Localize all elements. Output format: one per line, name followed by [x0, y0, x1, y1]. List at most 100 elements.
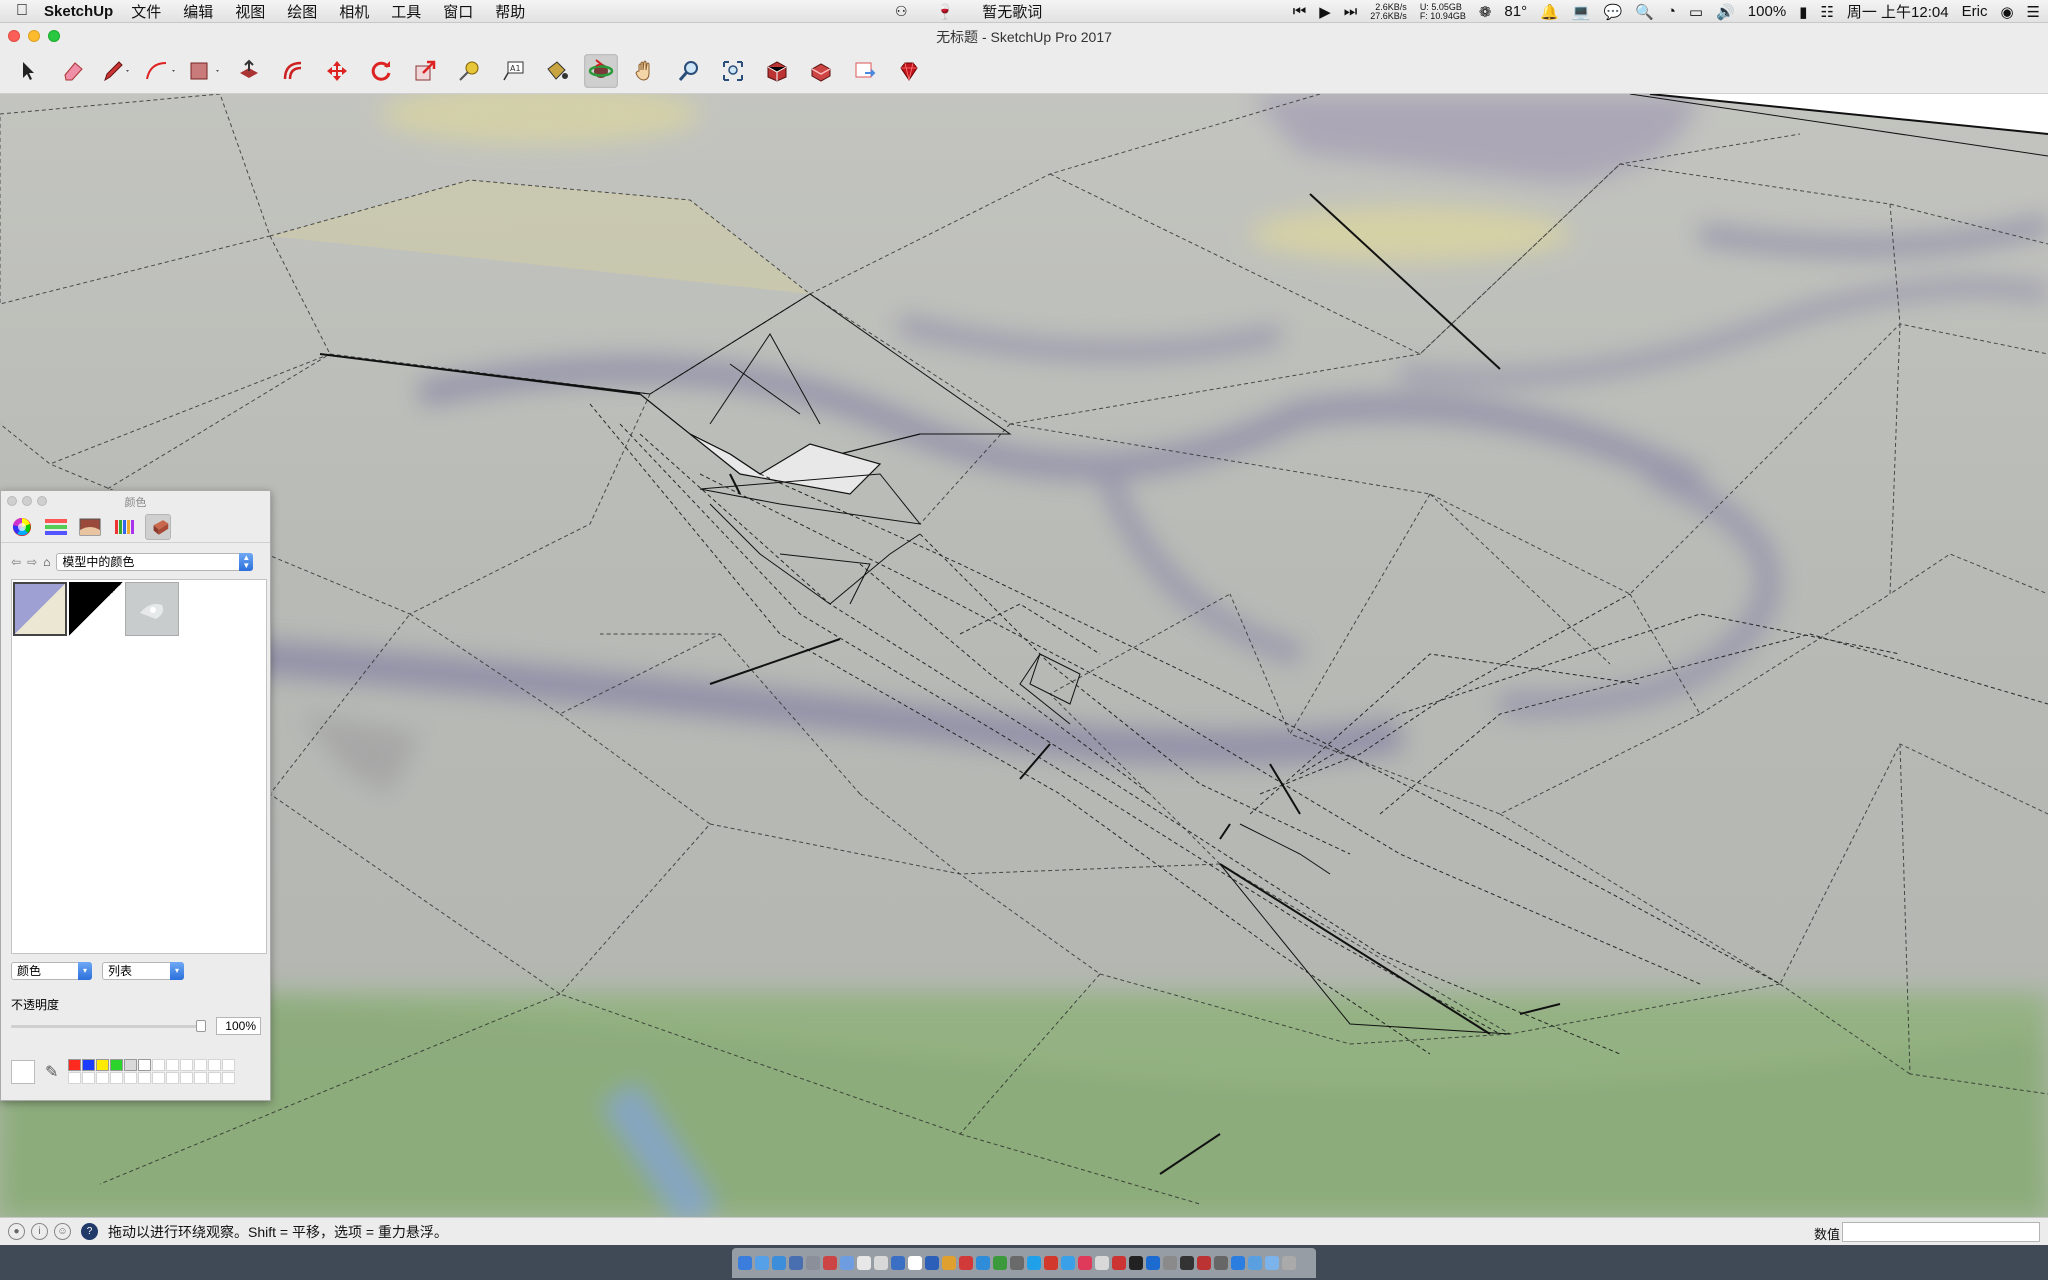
- saved-color-cell[interactable]: [222, 1059, 236, 1071]
- dock-app-icon[interactable]: [755, 1256, 769, 1270]
- 3d-warehouse-tool[interactable]: [760, 54, 794, 88]
- opacity-value-field[interactable]: 100%: [216, 1017, 261, 1035]
- saved-color-cell[interactable]: [138, 1059, 152, 1071]
- saved-color-cell[interactable]: [166, 1059, 180, 1071]
- wine-glass-icon[interactable]: 🍷: [936, 3, 955, 21]
- dock-app-icon[interactable]: [908, 1256, 922, 1270]
- previous-track-icon[interactable]: ⏮: [1293, 3, 1307, 20]
- measurements-input[interactable]: [1842, 1222, 2040, 1242]
- next-track-icon[interactable]: ⏭: [1344, 3, 1358, 20]
- dock-app-icon[interactable]: [1231, 1256, 1245, 1270]
- notification-bell-icon[interactable]: 🔔: [1540, 3, 1559, 21]
- scale-tool[interactable]: [408, 54, 442, 88]
- saved-color-cell[interactable]: [96, 1059, 110, 1071]
- home-icon[interactable]: ⌂: [43, 555, 50, 569]
- app-menu[interactable]: SketchUp: [44, 3, 113, 20]
- instructor-help-icon[interactable]: ?: [81, 1223, 98, 1240]
- dock-app-icon[interactable]: [993, 1256, 1007, 1270]
- dock-app-icon[interactable]: [925, 1256, 939, 1270]
- zoom-extents-tool[interactable]: [716, 54, 750, 88]
- dock-app-icon[interactable]: [1129, 1256, 1143, 1270]
- saved-color-cell[interactable]: [110, 1059, 124, 1071]
- material-swatch-edge[interactable]: [69, 582, 123, 636]
- saved-color-cell[interactable]: [110, 1072, 124, 1084]
- menu-edit[interactable]: 编辑: [183, 1, 213, 22]
- user-account-icon[interactable]: ☺: [54, 1223, 71, 1240]
- opacity-slider-handle[interactable]: [196, 1019, 206, 1032]
- extension-warehouse-tool[interactable]: [804, 54, 838, 88]
- wechat-icon[interactable]: 💬: [1603, 3, 1622, 21]
- menu-window[interactable]: 窗口: [443, 1, 473, 22]
- arc-tool[interactable]: [144, 54, 178, 88]
- dock-app-icon[interactable]: [857, 1256, 871, 1270]
- menu-view[interactable]: 视图: [235, 1, 265, 22]
- dock-app-icon[interactable]: [976, 1256, 990, 1270]
- dock-app-icon[interactable]: [1112, 1256, 1126, 1270]
- saved-color-cell[interactable]: [68, 1072, 82, 1084]
- dock-app-icon[interactable]: [874, 1256, 888, 1270]
- saved-color-cell[interactable]: [96, 1072, 110, 1084]
- saved-color-cell[interactable]: [152, 1059, 166, 1071]
- saved-color-cell[interactable]: [194, 1059, 208, 1071]
- saved-color-cell[interactable]: [124, 1072, 138, 1084]
- collection-select[interactable]: 模型中的颜色 ▲ ▼: [56, 553, 254, 571]
- fan-icon[interactable]: ❁: [1479, 3, 1492, 21]
- ruby-console-tool[interactable]: [892, 54, 926, 88]
- dock-app-icon[interactable]: [1044, 1256, 1058, 1270]
- clock[interactable]: 周一 上午12:04: [1847, 1, 1949, 22]
- apple-menu-icon[interactable]: : [0, 2, 44, 20]
- menu-help[interactable]: 帮助: [495, 1, 525, 22]
- dock-app-icon[interactable]: [1197, 1256, 1211, 1270]
- search-icon[interactable]: 🔍: [1635, 3, 1654, 21]
- tape-measure-tool[interactable]: [452, 54, 486, 88]
- zoom-tool[interactable]: [672, 54, 706, 88]
- select-tool[interactable]: [12, 54, 46, 88]
- dock-app-icon[interactable]: [891, 1256, 905, 1270]
- back-arrow-icon[interactable]: ⇦: [11, 555, 21, 569]
- saved-color-cell[interactable]: [152, 1072, 166, 1084]
- input-source-icon[interactable]: ☷: [1820, 3, 1833, 21]
- dock-app-icon[interactable]: [823, 1256, 837, 1270]
- send-to-layout-tool[interactable]: [848, 54, 882, 88]
- text-tool[interactable]: A1: [496, 54, 530, 88]
- pan-tool[interactable]: [628, 54, 662, 88]
- rotate-tool[interactable]: [364, 54, 398, 88]
- saved-color-cell[interactable]: [208, 1059, 222, 1071]
- dock-app-icon[interactable]: [1163, 1256, 1177, 1270]
- dock-app-icon[interactable]: [1180, 1256, 1194, 1270]
- wifi-icon[interactable]: ◔: [1667, 3, 1676, 20]
- saved-color-cell[interactable]: [180, 1059, 194, 1071]
- saved-color-cell[interactable]: [166, 1072, 180, 1084]
- eyedropper-icon[interactable]: ✎: [45, 1062, 58, 1082]
- forward-arrow-icon[interactable]: ⇨: [27, 555, 37, 569]
- user-name[interactable]: Eric: [1962, 3, 1988, 20]
- dock-app-icon[interactable]: [1061, 1256, 1075, 1270]
- dock-app-icon[interactable]: [1010, 1256, 1024, 1270]
- eraser-tool[interactable]: [56, 54, 90, 88]
- dock-app-icon[interactable]: [959, 1256, 973, 1270]
- saved-color-cell[interactable]: [82, 1072, 96, 1084]
- tab-color-sliders[interactable]: [43, 514, 69, 540]
- current-color-swatch[interactable]: [11, 1059, 35, 1084]
- mode-select[interactable]: 颜色 ▾: [11, 962, 92, 980]
- offset-tool[interactable]: [276, 54, 310, 88]
- dock-app-icon[interactable]: [1214, 1256, 1228, 1270]
- dock-app-icon[interactable]: [789, 1256, 803, 1270]
- tab-color-image[interactable]: [77, 514, 103, 540]
- play-icon[interactable]: ▶: [1319, 3, 1331, 21]
- material-swatch-front-back[interactable]: [13, 582, 67, 636]
- battery-icon[interactable]: ▮: [1799, 3, 1807, 21]
- menu-tools[interactable]: 工具: [391, 1, 421, 22]
- dock-app-icon[interactable]: [738, 1256, 752, 1270]
- menu-camera[interactable]: 相机: [339, 1, 369, 22]
- dock-app-icon[interactable]: [772, 1256, 786, 1270]
- dock-app-icon[interactable]: [1282, 1256, 1296, 1270]
- tab-color-pencils[interactable]: [111, 514, 137, 540]
- saved-color-cell[interactable]: [194, 1072, 208, 1084]
- menu-draw[interactable]: 绘图: [287, 1, 317, 22]
- dock-app-icon[interactable]: [1078, 1256, 1092, 1270]
- saved-color-cell[interactable]: [82, 1059, 96, 1071]
- tab-color-wheel[interactable]: [9, 514, 35, 540]
- notification-center-icon[interactable]: ☰: [2027, 3, 2040, 21]
- airplay-icon[interactable]: ▭: [1689, 3, 1703, 21]
